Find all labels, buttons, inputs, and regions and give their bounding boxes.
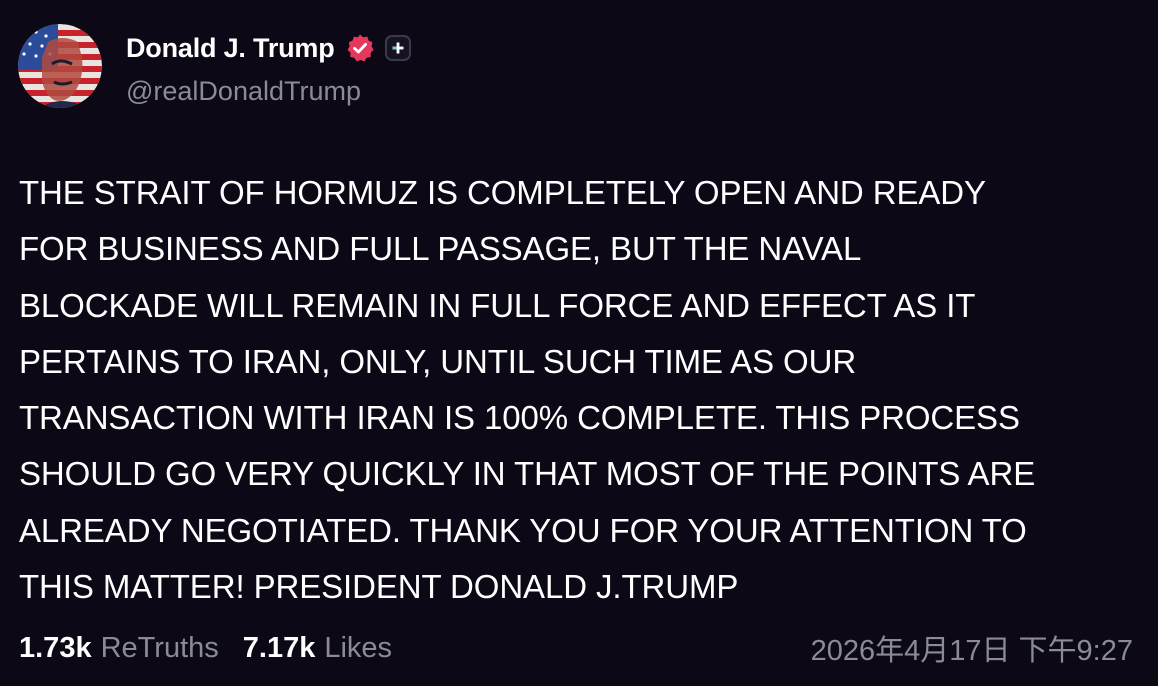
plus-badge-icon	[384, 35, 411, 61]
post-line: ALREADY NEGOTIATED. THANK YOU FOR YOUR A…	[19, 511, 1027, 549]
author-identity: Donald J. Trump @realDonaldTrump	[126, 32, 411, 107]
name-row: Donald J. Trump	[126, 32, 411, 64]
post-footer: 1.73k ReTruths 7.17k Likes 2026年4月17日 下午…	[19, 628, 1133, 668]
verified-badge-icon	[345, 33, 375, 63]
post-line: THIS MATTER! PRESIDENT DONALD J.TRUMP	[19, 568, 739, 606]
post-line: BLOCKADE WILL REMAIN IN FULL FORCE AND E…	[19, 286, 976, 324]
retruths-count: 1.73k	[19, 631, 92, 664]
avatar[interactable]	[18, 24, 102, 108]
likes-count: 7.17k	[242, 631, 316, 664]
post-body: THE STRAIT OF HORMUZ IS COMPLETELY OPEN …	[19, 165, 1144, 615]
author-handle[interactable]: @realDonaldTrump	[126, 76, 411, 107]
post-header: Donald J. Trump @realDonaldTrump	[18, 24, 411, 112]
post-line: SHOULD GO VERY QUICKLY IN THAT MOST OF T…	[19, 455, 1036, 493]
post-stats: 1.73k ReTruths 7.17k Likes	[19, 632, 416, 665]
post-line: FOR BUSINESS AND FULL PASSAGE, BUT THE N…	[19, 230, 862, 268]
retruths-stat[interactable]: 1.73k ReTruths	[19, 632, 219, 665]
post-line: PERTAINS TO IRAN, ONLY, UNTIL SUCH TIME …	[19, 342, 857, 380]
post-timestamp[interactable]: 2026年4月17日 下午9:27	[811, 627, 1133, 669]
author-display-name[interactable]: Donald J. Trump	[126, 33, 335, 64]
retruths-label: ReTruths	[100, 631, 219, 664]
truth-post: Donald J. Trump @realDonaldTrump THE STR…	[0, 0, 1158, 686]
post-line: TRANSACTION WITH IRAN IS 100% COMPLETE. …	[19, 399, 1020, 437]
post-line: THE STRAIT OF HORMUZ IS COMPLETELY OPEN …	[19, 174, 986, 211]
likes-label: Likes	[324, 631, 393, 664]
flag-portrait-avatar-icon	[18, 24, 102, 108]
likes-stat[interactable]: 7.17k Likes	[243, 632, 392, 665]
